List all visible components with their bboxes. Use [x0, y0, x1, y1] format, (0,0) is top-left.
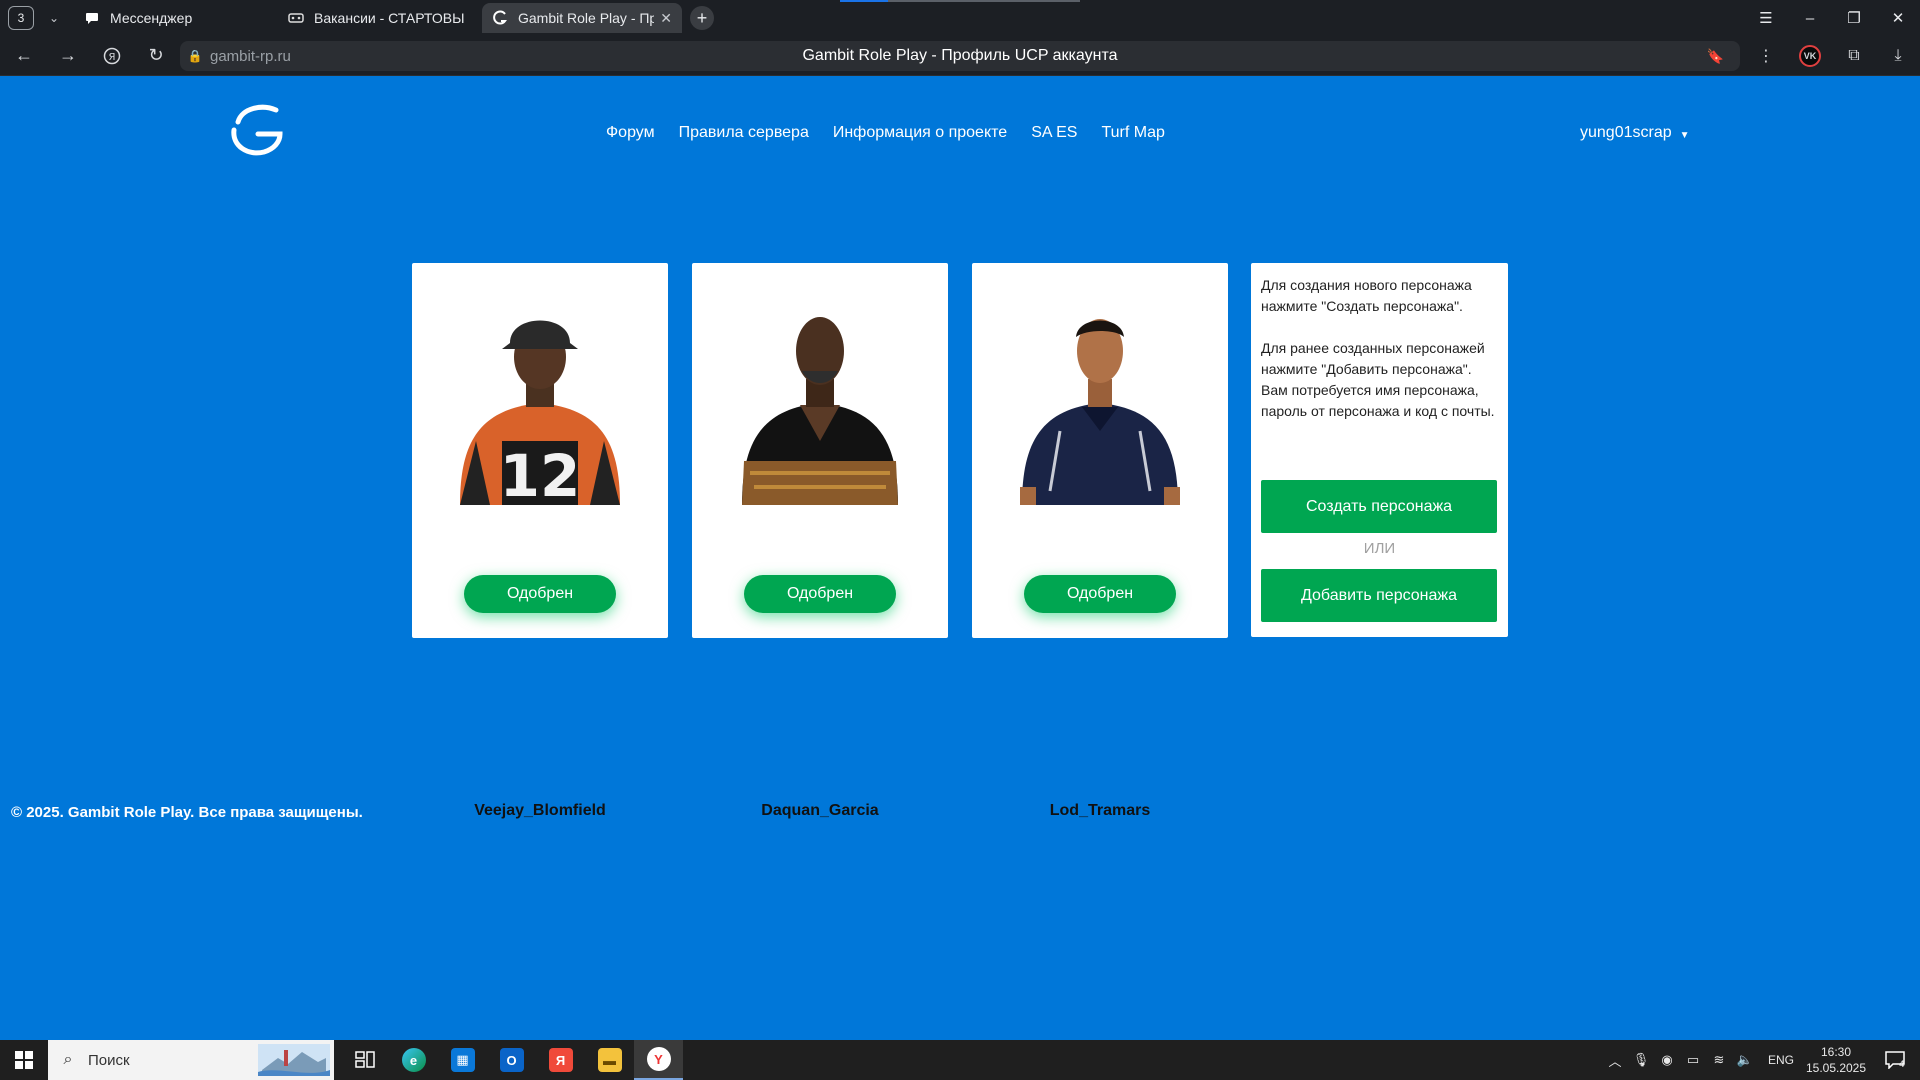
notification-count: 4 [1899, 1060, 1905, 1069]
search-highlight-art [258, 1044, 330, 1076]
nav-server-rules[interactable]: Правила сервера [679, 124, 809, 142]
task-view-icon[interactable] [340, 1040, 389, 1080]
character-avatar: 12 [460, 320, 620, 505]
svg-text:Я: Я [109, 52, 116, 63]
clock[interactable]: 16:30 15.05.2025 [1804, 1044, 1868, 1076]
chevron-up-icon[interactable]: ︿ [1602, 1051, 1628, 1070]
yandex-browser-icon[interactable]: Y [634, 1040, 683, 1080]
tab-counter[interactable]: 3 [8, 6, 34, 30]
gambit-icon [492, 10, 508, 26]
tab-messenger[interactable]: Мессенджер [74, 3, 270, 33]
character-name: Daquan_Garcia [761, 802, 879, 819]
tab-gambit[interactable]: Gambit Role Play - Проф ✕ [482, 3, 682, 33]
tab-label: Gambit Role Play - Проф [518, 10, 655, 26]
download-icon[interactable]: ⤓ [1876, 47, 1920, 65]
caret-down-icon: ▼ [1679, 129, 1690, 141]
microphone-icon[interactable]: 🎙 [1628, 1052, 1654, 1068]
notifications-icon[interactable]: 4 [1880, 1051, 1910, 1069]
windows-taskbar: ⌕ Поиск e ▦ O Я ▬ Y ︿ 🎙 ◉ ▭ ≋ 🔈 ENG 16:3… [0, 1040, 1920, 1080]
approved-status-button[interactable]: Одобрен [1024, 575, 1176, 613]
yandex-home-icon[interactable]: Я [90, 36, 134, 76]
vk-extension-icon[interactable]: VK [1799, 45, 1821, 67]
nav-sa-es[interactable]: SA ES [1031, 124, 1077, 142]
restore-icon[interactable]: ❐ [1832, 0, 1876, 36]
clock-time: 16:30 [1820, 1045, 1852, 1059]
battery-icon[interactable]: ▭ [1680, 1052, 1706, 1068]
svg-text:12: 12 [500, 442, 581, 505]
search-placeholder: Поиск [88, 1051, 130, 1069]
collections-icon[interactable]: ⧉ [1832, 47, 1876, 65]
close-window-icon[interactable]: ✕ [1876, 0, 1920, 36]
search-icon: ⌕ [63, 1051, 73, 1068]
character-card: Daquan_Garcia Одобрен [692, 263, 948, 819]
add-hint-text: Для ранее созданных персонажей нажмите "… [1261, 340, 1495, 419]
input-language[interactable]: ENG [1768, 1053, 1794, 1067]
wifi-icon[interactable]: ≋ [1706, 1052, 1732, 1068]
bookmark-icon[interactable]: 🔖 [1707, 48, 1724, 65]
windows-start-icon[interactable] [0, 1040, 48, 1080]
system-tray: ︿ 🎙 ◉ ▭ ≋ 🔈 ENG 16:30 15.05.2025 4 [1602, 1040, 1920, 1080]
chat-icon [84, 10, 100, 26]
character-card: 12 Veejay_Blomfield Одобрен [412, 263, 668, 819]
page-load-progress [840, 0, 1080, 2]
character-name: Lod_Tramars [1049, 802, 1151, 819]
gambit-logo[interactable] [228, 100, 290, 160]
tab-label: Вакансии - СТАРТОВЫЙ [314, 10, 464, 26]
minimize-icon[interactable]: – [1788, 0, 1832, 36]
file-explorer-icon[interactable]: ▬ [585, 1040, 634, 1080]
new-tab-button[interactable]: + [690, 6, 714, 30]
window-controls: ☰ – ❐ ✕ [1744, 0, 1920, 36]
tab-label: Мессенджер [110, 10, 193, 26]
browser-toolbar: ← → Я ↻ 🔒 gambit-rp.ru Gambit Role Play … [0, 36, 1920, 76]
character-card: Lod_Tramars Одобрен [972, 263, 1228, 819]
nav-forum[interactable]: Форум [606, 124, 655, 142]
add-character-button[interactable]: Добавить персонажа [1261, 569, 1497, 622]
edge-icon[interactable]: e [389, 1040, 438, 1080]
store-icon[interactable]: ▦ [438, 1040, 487, 1080]
character-avatar [1020, 319, 1180, 505]
character-avatar [742, 317, 898, 505]
back-icon[interactable]: ← [2, 36, 46, 76]
address-bar[interactable]: 🔒 gambit-rp.ru Gambit Role Play - Профил… [180, 41, 1740, 71]
nav-project-info[interactable]: Информация о проекте [833, 124, 1007, 142]
user-menu[interactable]: yung01scrap ▼ [1580, 124, 1690, 142]
or-separator: ИЛИ [1363, 540, 1396, 557]
webcam-icon[interactable]: ◉ [1654, 1052, 1680, 1068]
chevron-down-icon[interactable]: ⌄ [42, 6, 66, 30]
nav-turf-map[interactable]: Turf Map [1101, 124, 1164, 142]
tab-vacancies[interactable]: Вакансии - СТАРТОВЫЙ [278, 3, 474, 33]
outlook-icon[interactable]: O [487, 1040, 536, 1080]
username: yung01scrap [1580, 124, 1672, 141]
clock-date: 15.05.2025 [1805, 1061, 1867, 1075]
taskbar-search[interactable]: ⌕ Поиск [48, 1040, 334, 1080]
volume-icon[interactable]: 🔈 [1732, 1052, 1758, 1068]
menu-icon[interactable]: ☰ [1744, 0, 1788, 36]
footer-copyright: © 2025. Gambit Role Play. Все права защи… [11, 804, 363, 821]
reload-icon[interactable]: ↻ [134, 36, 178, 76]
url-text: gambit-rp.ru [210, 47, 291, 65]
lock-icon: 🔒 [187, 49, 203, 63]
yandex-icon[interactable]: Я [536, 1040, 585, 1080]
more-icon[interactable]: ⋮ [1744, 46, 1788, 66]
character-name: Veejay_Blomfield [474, 802, 606, 819]
forward-icon[interactable]: → [46, 36, 90, 76]
info-card: Для создания нового персонажа нажмите "С… [1251, 263, 1508, 637]
vacancies-icon [288, 10, 304, 26]
create-character-button[interactable]: Создать персонажа [1261, 480, 1497, 533]
toolbar-right: ⋮ VK ⧉ ⤓ [1744, 36, 1920, 76]
site-nav: Форум Правила сервера Информация о проек… [606, 124, 1189, 142]
browser-tab-strip: 3 ⌄ Мессенджер Вакансии - СТАРТОВЫЙ Gamb… [0, 0, 1920, 36]
create-hint-text: Для создания нового персонажа нажмите "С… [1261, 277, 1472, 314]
approved-status-button[interactable]: Одобрен [464, 575, 616, 613]
close-icon[interactable]: ✕ [660, 10, 672, 27]
page-title: Gambit Role Play - Профиль UCP аккаунта [802, 47, 1118, 64]
approved-status-button[interactable]: Одобрен [744, 575, 896, 613]
